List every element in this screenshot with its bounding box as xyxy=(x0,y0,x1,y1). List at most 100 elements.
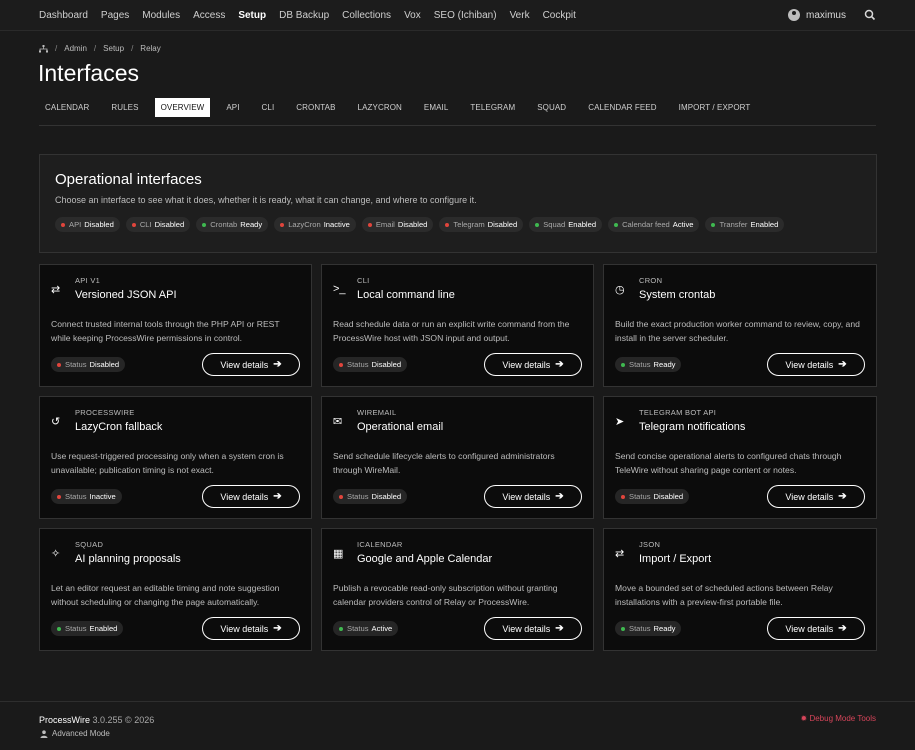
status-badge: Status Ready xyxy=(615,357,682,372)
arrow-right-icon: ➔ xyxy=(273,491,282,502)
status-chip[interactable]: Telegram Disabled xyxy=(439,217,524,232)
interface-card: ↺ PROCESSWIRE LazyCron fallback Use request… xyxy=(39,396,312,519)
card-kicker: SQUAD xyxy=(75,540,104,549)
footer-brand: ProcessWire 3.0.255 © 2026 xyxy=(39,715,154,725)
advanced-mode-link[interactable]: Advanced Mode xyxy=(40,729,110,738)
tab-email[interactable]: EMAIL xyxy=(418,98,455,117)
card-title: Google and Apple Calendar xyxy=(357,553,493,565)
view-details-label: View details xyxy=(220,491,269,502)
debug-mode-label: Debug Mode Tools xyxy=(809,714,876,723)
nav-item-dashboard[interactable]: Dashboard xyxy=(39,10,88,21)
user-icon xyxy=(787,9,800,21)
status-value: Disabled xyxy=(89,360,120,369)
advanced-mode-label: Advanced Mode xyxy=(52,729,110,738)
breadcrumb-relay[interactable]: Relay xyxy=(140,44,160,53)
nav-item-vox[interactable]: Vox xyxy=(404,10,421,21)
history-icon: ↺ xyxy=(51,416,61,428)
card-description: Use request-triggered processing only wh… xyxy=(51,451,284,475)
breadcrumb-admin[interactable]: Admin xyxy=(64,44,87,53)
nav-item-access[interactable]: Access xyxy=(193,10,225,21)
chip-value: Disabled xyxy=(487,220,518,229)
status-dot xyxy=(280,222,285,227)
debug-mode-tools-link[interactable]: ✹ Debug Mode Tools xyxy=(801,714,877,723)
status-chip[interactable]: LazyCron Inactive xyxy=(274,217,356,232)
status-value: Disabled xyxy=(371,492,402,501)
status-dot xyxy=(614,222,619,227)
status-chip[interactable]: Email Disabled xyxy=(361,217,434,232)
user-icon xyxy=(40,729,48,738)
view-details-button[interactable]: View details ➔ xyxy=(484,617,582,640)
page-footer: ProcessWire 3.0.255 © 2026 Advanced Mode… xyxy=(0,701,915,750)
nav-item-db-backup[interactable]: DB Backup xyxy=(279,10,329,21)
status-dot xyxy=(57,362,61,367)
status-value: Enabled xyxy=(89,624,118,633)
status-chip[interactable]: Squad Enabled xyxy=(529,217,603,232)
status-chip[interactable]: Transfer Enabled xyxy=(705,217,785,232)
tab-overview[interactable]: OVERVIEW xyxy=(154,98,211,117)
breadcrumb-setup[interactable]: Setup xyxy=(103,44,124,53)
card-kicker: PROCESSWIRE xyxy=(75,408,135,417)
tab-telegram[interactable]: TELEGRAM xyxy=(464,98,521,117)
nav-item-seo-ichiban[interactable]: SEO (Ichiban) xyxy=(434,10,497,21)
status-value: Disabled xyxy=(653,492,684,501)
nav-item-pages[interactable]: Pages xyxy=(101,10,129,21)
sitemap-icon[interactable] xyxy=(39,44,48,53)
arrow-right-icon: ➔ xyxy=(273,623,282,634)
tab-squad[interactable]: SQUAD xyxy=(531,98,572,117)
card-kicker: WIREMAIL xyxy=(357,408,397,417)
status-chip[interactable]: API Disabled xyxy=(55,217,120,232)
status-dot xyxy=(339,626,343,631)
status-badge: Status Disabled xyxy=(333,489,408,504)
nav-item-modules[interactable]: Modules xyxy=(142,10,180,21)
status-dot xyxy=(57,494,61,499)
tab-cli[interactable]: CLI xyxy=(256,98,281,117)
chip-label: CLI xyxy=(139,220,152,229)
tab-crontab[interactable]: CRONTAB xyxy=(290,98,341,117)
view-details-button[interactable]: View details ➔ xyxy=(484,353,582,376)
status-chip[interactable]: Calendar feed Active xyxy=(608,217,700,232)
breadcrumb: / Admin / Setup / Relay xyxy=(39,44,161,53)
status-value: Active xyxy=(371,624,393,633)
view-details-button[interactable]: View details ➔ xyxy=(202,353,300,376)
status-label: Status xyxy=(65,624,87,633)
nav-item-cockpit[interactable]: Cockpit xyxy=(543,10,576,21)
arrow-right-icon: ➔ xyxy=(838,491,847,502)
chip-value: Inactive xyxy=(323,220,350,229)
nav-item-verk[interactable]: Verk xyxy=(510,10,530,21)
card-description: Read schedule data or run an explicit wr… xyxy=(333,319,570,343)
chip-label: Crontab xyxy=(210,220,238,229)
nav-item-setup[interactable]: Setup xyxy=(238,10,266,21)
chip-label: LazyCron xyxy=(288,220,321,229)
view-details-label: View details xyxy=(502,491,551,502)
chip-label: Transfer xyxy=(719,220,748,229)
tab-rules[interactable]: RULES xyxy=(105,98,144,117)
tab-calendar-feed[interactable]: CALENDAR FEED xyxy=(582,98,662,117)
panel-subtitle: Choose an interface to see what it does,… xyxy=(55,195,477,205)
tab-lazycron[interactable]: LAZYCRON xyxy=(352,98,408,117)
interface-card: ◷ CRON System crontab Build the exact produ… xyxy=(603,264,877,387)
status-chip[interactable]: CLI Disabled xyxy=(125,217,191,232)
page-title: Interfaces xyxy=(38,60,139,86)
card-kicker: TELEGRAM BOT API xyxy=(639,408,717,417)
card-kicker: CRON xyxy=(639,276,663,285)
view-details-button[interactable]: View details ➔ xyxy=(202,485,300,508)
view-details-button[interactable]: View details ➔ xyxy=(767,353,865,376)
view-details-button[interactable]: View details ➔ xyxy=(484,485,582,508)
view-details-button[interactable]: View details ➔ xyxy=(767,485,865,508)
card-title: Telegram notifications xyxy=(639,421,746,433)
view-details-button[interactable]: View details ➔ xyxy=(202,617,300,640)
search-icon[interactable] xyxy=(864,9,876,21)
card-title: System crontab xyxy=(639,289,716,301)
telegram-icon: ➤ xyxy=(615,416,625,428)
user-menu[interactable]: maximus xyxy=(787,9,846,21)
chip-label: Email xyxy=(375,220,395,229)
tab-import-export[interactable]: IMPORT / EXPORT xyxy=(673,98,757,117)
tab-api[interactable]: API xyxy=(220,98,245,117)
tab-calendar[interactable]: CALENDAR xyxy=(39,98,95,117)
view-details-button[interactable]: View details ➔ xyxy=(767,617,865,640)
view-details-label: View details xyxy=(220,623,269,634)
exchange-icon: ⇄ xyxy=(615,548,625,560)
status-chip[interactable]: Crontab Ready xyxy=(196,217,269,232)
status-dot xyxy=(621,494,625,499)
nav-item-collections[interactable]: Collections xyxy=(342,10,391,21)
